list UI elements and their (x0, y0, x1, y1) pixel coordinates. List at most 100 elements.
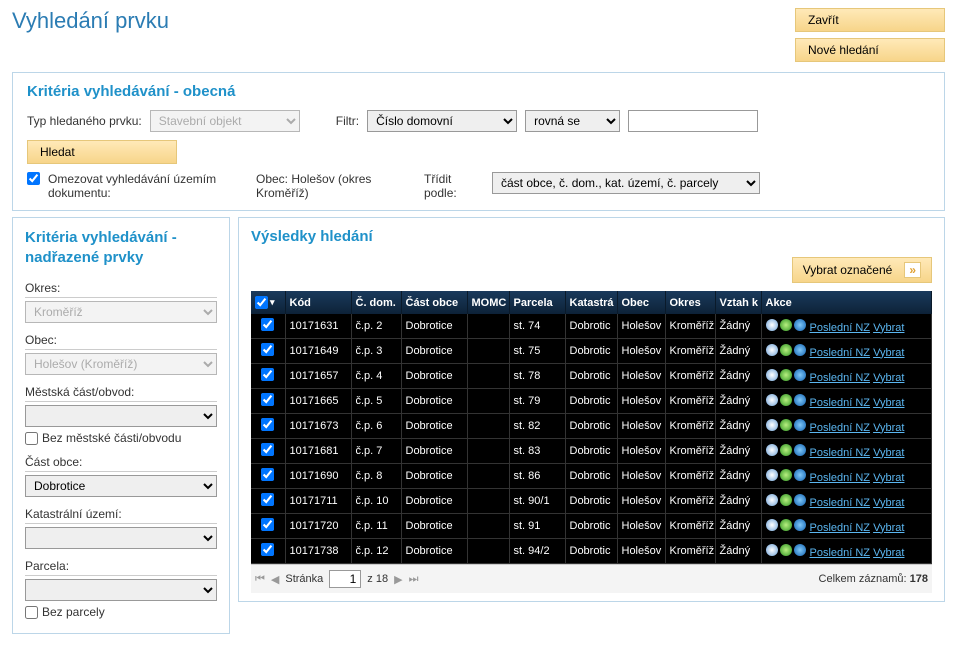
globe-blue-icon[interactable] (794, 319, 806, 331)
link-vybrat[interactable]: Vybrat (873, 497, 904, 509)
col-cobce[interactable]: Část obce (401, 291, 467, 314)
link-vybrat[interactable]: Vybrat (873, 522, 904, 534)
table-row[interactable]: 10171738č.p. 12Dobroticest. 94/2Dobrotic… (251, 539, 932, 564)
globe-green-icon[interactable] (780, 419, 792, 431)
globe-green-icon[interactable] (780, 369, 792, 381)
link-vybrat[interactable]: Vybrat (873, 472, 904, 484)
globe-green-icon[interactable] (780, 444, 792, 456)
globe-blue-icon[interactable] (794, 369, 806, 381)
table-row[interactable]: 10171720č.p. 11Dobroticest. 91DobroticHo… (251, 514, 932, 539)
col-momc[interactable]: MOMC (467, 291, 509, 314)
link-vybrat[interactable]: Vybrat (873, 322, 904, 334)
link-vybrat[interactable]: Vybrat (873, 422, 904, 434)
magnify-icon[interactable] (766, 319, 778, 331)
row-checkbox[interactable] (261, 318, 274, 331)
select-marked-button[interactable]: Vybrat označené » (792, 257, 932, 283)
col-akce[interactable]: Akce (761, 291, 932, 314)
magnify-icon[interactable] (766, 444, 778, 456)
globe-blue-icon[interactable] (794, 419, 806, 431)
row-checkbox[interactable] (261, 543, 274, 556)
pager-next-icon[interactable]: ▶ (394, 573, 402, 586)
pager-first-icon[interactable]: ⏮ (255, 573, 265, 586)
link-posledni-nz[interactable]: Poslední NZ (810, 447, 871, 459)
link-posledni-nz[interactable]: Poslední NZ (810, 547, 871, 559)
table-row[interactable]: 10171649č.p. 3Dobroticest. 75DobroticHol… (251, 339, 932, 364)
sort-select[interactable]: část obce, č. dom., kat. území, č. parce… (492, 172, 760, 194)
limit-checkbox[interactable] (27, 172, 40, 185)
link-vybrat[interactable]: Vybrat (873, 547, 904, 559)
select-all-checkbox[interactable] (255, 296, 268, 309)
globe-blue-icon[interactable] (794, 544, 806, 556)
link-vybrat[interactable]: Vybrat (873, 397, 904, 409)
magnify-icon[interactable] (766, 519, 778, 531)
row-checkbox[interactable] (261, 343, 274, 356)
magnify-icon[interactable] (766, 419, 778, 431)
row-checkbox[interactable] (261, 443, 274, 456)
magnify-icon[interactable] (766, 394, 778, 406)
col-okres[interactable]: Okres (665, 291, 715, 314)
link-posledni-nz[interactable]: Poslední NZ (810, 372, 871, 384)
link-posledni-nz[interactable]: Poslední NZ (810, 422, 871, 434)
parcela-none-checkbox[interactable] (25, 606, 38, 619)
globe-green-icon[interactable] (780, 519, 792, 531)
pager-page-input[interactable] (329, 570, 361, 588)
magnify-icon[interactable] (766, 494, 778, 506)
table-row[interactable]: 10171631č.p. 2Dobroticest. 74DobroticHol… (251, 314, 932, 339)
filter-field-select[interactable]: Číslo domovní (367, 110, 517, 132)
link-posledni-nz[interactable]: Poslední NZ (810, 347, 871, 359)
filter-op-select[interactable]: rovná se (525, 110, 620, 132)
magnify-icon[interactable] (766, 544, 778, 556)
globe-green-icon[interactable] (780, 344, 792, 356)
type-select[interactable]: Stavební objekt (150, 110, 300, 132)
globe-green-icon[interactable] (780, 544, 792, 556)
row-checkbox[interactable] (261, 468, 274, 481)
col-parcela[interactable]: Parcela (509, 291, 565, 314)
col-obec[interactable]: Obec (617, 291, 665, 314)
mcast-none-checkbox[interactable] (25, 432, 38, 445)
globe-blue-icon[interactable] (794, 444, 806, 456)
globe-blue-icon[interactable] (794, 344, 806, 356)
table-row[interactable]: 10171673č.p. 6Dobroticest. 82DobroticHol… (251, 414, 932, 439)
globe-green-icon[interactable] (780, 319, 792, 331)
link-posledni-nz[interactable]: Poslední NZ (810, 497, 871, 509)
magnify-icon[interactable] (766, 344, 778, 356)
row-checkbox[interactable] (261, 368, 274, 381)
search-button[interactable]: Hledat (27, 140, 177, 164)
table-row[interactable]: 10171665č.p. 5Dobroticest. 79DobroticHol… (251, 389, 932, 414)
magnify-icon[interactable] (766, 469, 778, 481)
globe-green-icon[interactable] (780, 494, 792, 506)
globe-green-icon[interactable] (780, 394, 792, 406)
link-posledni-nz[interactable]: Poslední NZ (810, 322, 871, 334)
col-cdom[interactable]: Č. dom. (351, 291, 401, 314)
link-posledni-nz[interactable]: Poslední NZ (810, 522, 871, 534)
filter-value-input[interactable] (628, 110, 758, 132)
row-checkbox[interactable] (261, 518, 274, 531)
chevron-down-icon[interactable]: ▾ (270, 297, 275, 308)
globe-blue-icon[interactable] (794, 494, 806, 506)
row-checkbox[interactable] (261, 418, 274, 431)
parcela-select[interactable] (25, 579, 217, 601)
mcast-select[interactable] (25, 405, 217, 427)
new-search-button[interactable]: Nové hledání (795, 38, 945, 62)
link-posledni-nz[interactable]: Poslední NZ (810, 472, 871, 484)
pager-prev-icon[interactable]: ◀ (271, 573, 279, 586)
okres-select[interactable]: Kroměříž (25, 301, 217, 323)
ku-select[interactable] (25, 527, 217, 549)
table-row[interactable]: 10171690č.p. 8Dobroticest. 86DobroticHol… (251, 464, 932, 489)
link-vybrat[interactable]: Vybrat (873, 447, 904, 459)
col-kod[interactable]: Kód (285, 291, 351, 314)
link-vybrat[interactable]: Vybrat (873, 372, 904, 384)
globe-blue-icon[interactable] (794, 519, 806, 531)
row-checkbox[interactable] (261, 393, 274, 406)
close-button[interactable]: Zavřít (795, 8, 945, 32)
table-row[interactable]: 10171711č.p. 10Dobroticest. 90/1Dobrotic… (251, 489, 932, 514)
link-posledni-nz[interactable]: Poslední NZ (810, 397, 871, 409)
row-checkbox[interactable] (261, 493, 274, 506)
pager-last-icon[interactable]: ⏭ (409, 573, 419, 586)
link-vybrat[interactable]: Vybrat (873, 347, 904, 359)
table-row[interactable]: 10171681č.p. 7Dobroticest. 83DobroticHol… (251, 439, 932, 464)
magnify-icon[interactable] (766, 369, 778, 381)
cobce-select[interactable]: Dobrotice (25, 475, 217, 497)
table-row[interactable]: 10171657č.p. 4Dobroticest. 78DobroticHol… (251, 364, 932, 389)
col-vztah[interactable]: Vztah k (715, 291, 761, 314)
